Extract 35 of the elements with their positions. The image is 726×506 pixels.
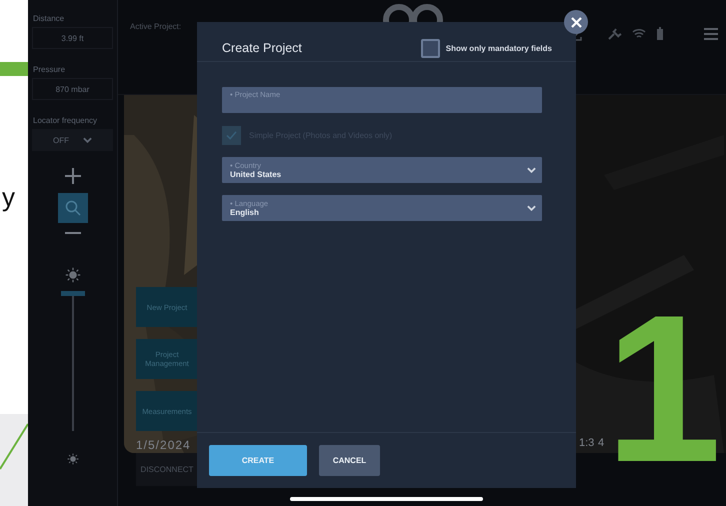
pressure-value: 870 mbar [32,78,113,100]
chevron-down-icon [527,205,536,211]
distance-value: 3.99 ft [32,27,113,49]
brightness-icon [64,267,80,283]
search-icon [64,200,80,216]
close-icon [570,16,582,28]
active-project-label: Active Project: [130,22,182,31]
pressure-label: Pressure [33,65,66,74]
locator-dropdown[interactable]: OFF [32,129,113,151]
letter: y [2,184,16,210]
wifi-icon [632,28,646,39]
minus-icon[interactable] [64,231,82,235]
slider-thumb[interactable] [60,291,84,296]
create-button[interactable]: CREATE [209,445,307,476]
search-button[interactable] [58,193,88,223]
chevron-down-icon [527,167,536,173]
checkbox[interactable] [420,38,440,58]
highlight-bar [0,62,28,76]
menu-icon[interactable] [704,28,718,40]
distance-label: Distance [33,14,66,23]
chevron-down-icon [83,137,92,143]
locator-label: Locator frequency [33,116,98,125]
checkbox-label: Show only mandatory fields [446,44,552,52]
callout-number: 1 [605,294,722,483]
brightness-icon [66,453,78,465]
check-icon [226,130,237,140]
cancel-button[interactable]: CANCEL [319,445,380,476]
timestamp: 4 [598,437,604,449]
disconnect-button[interactable]: DISCONNECT [136,453,198,486]
battery-icon [656,27,664,41]
timestamp: 1/5/2024 [136,438,191,452]
brightness-slider[interactable] [60,291,86,431]
plus-icon[interactable] [64,167,82,185]
dialog-title: Create Project [222,41,303,55]
timestamp: 1:3 [579,437,594,449]
